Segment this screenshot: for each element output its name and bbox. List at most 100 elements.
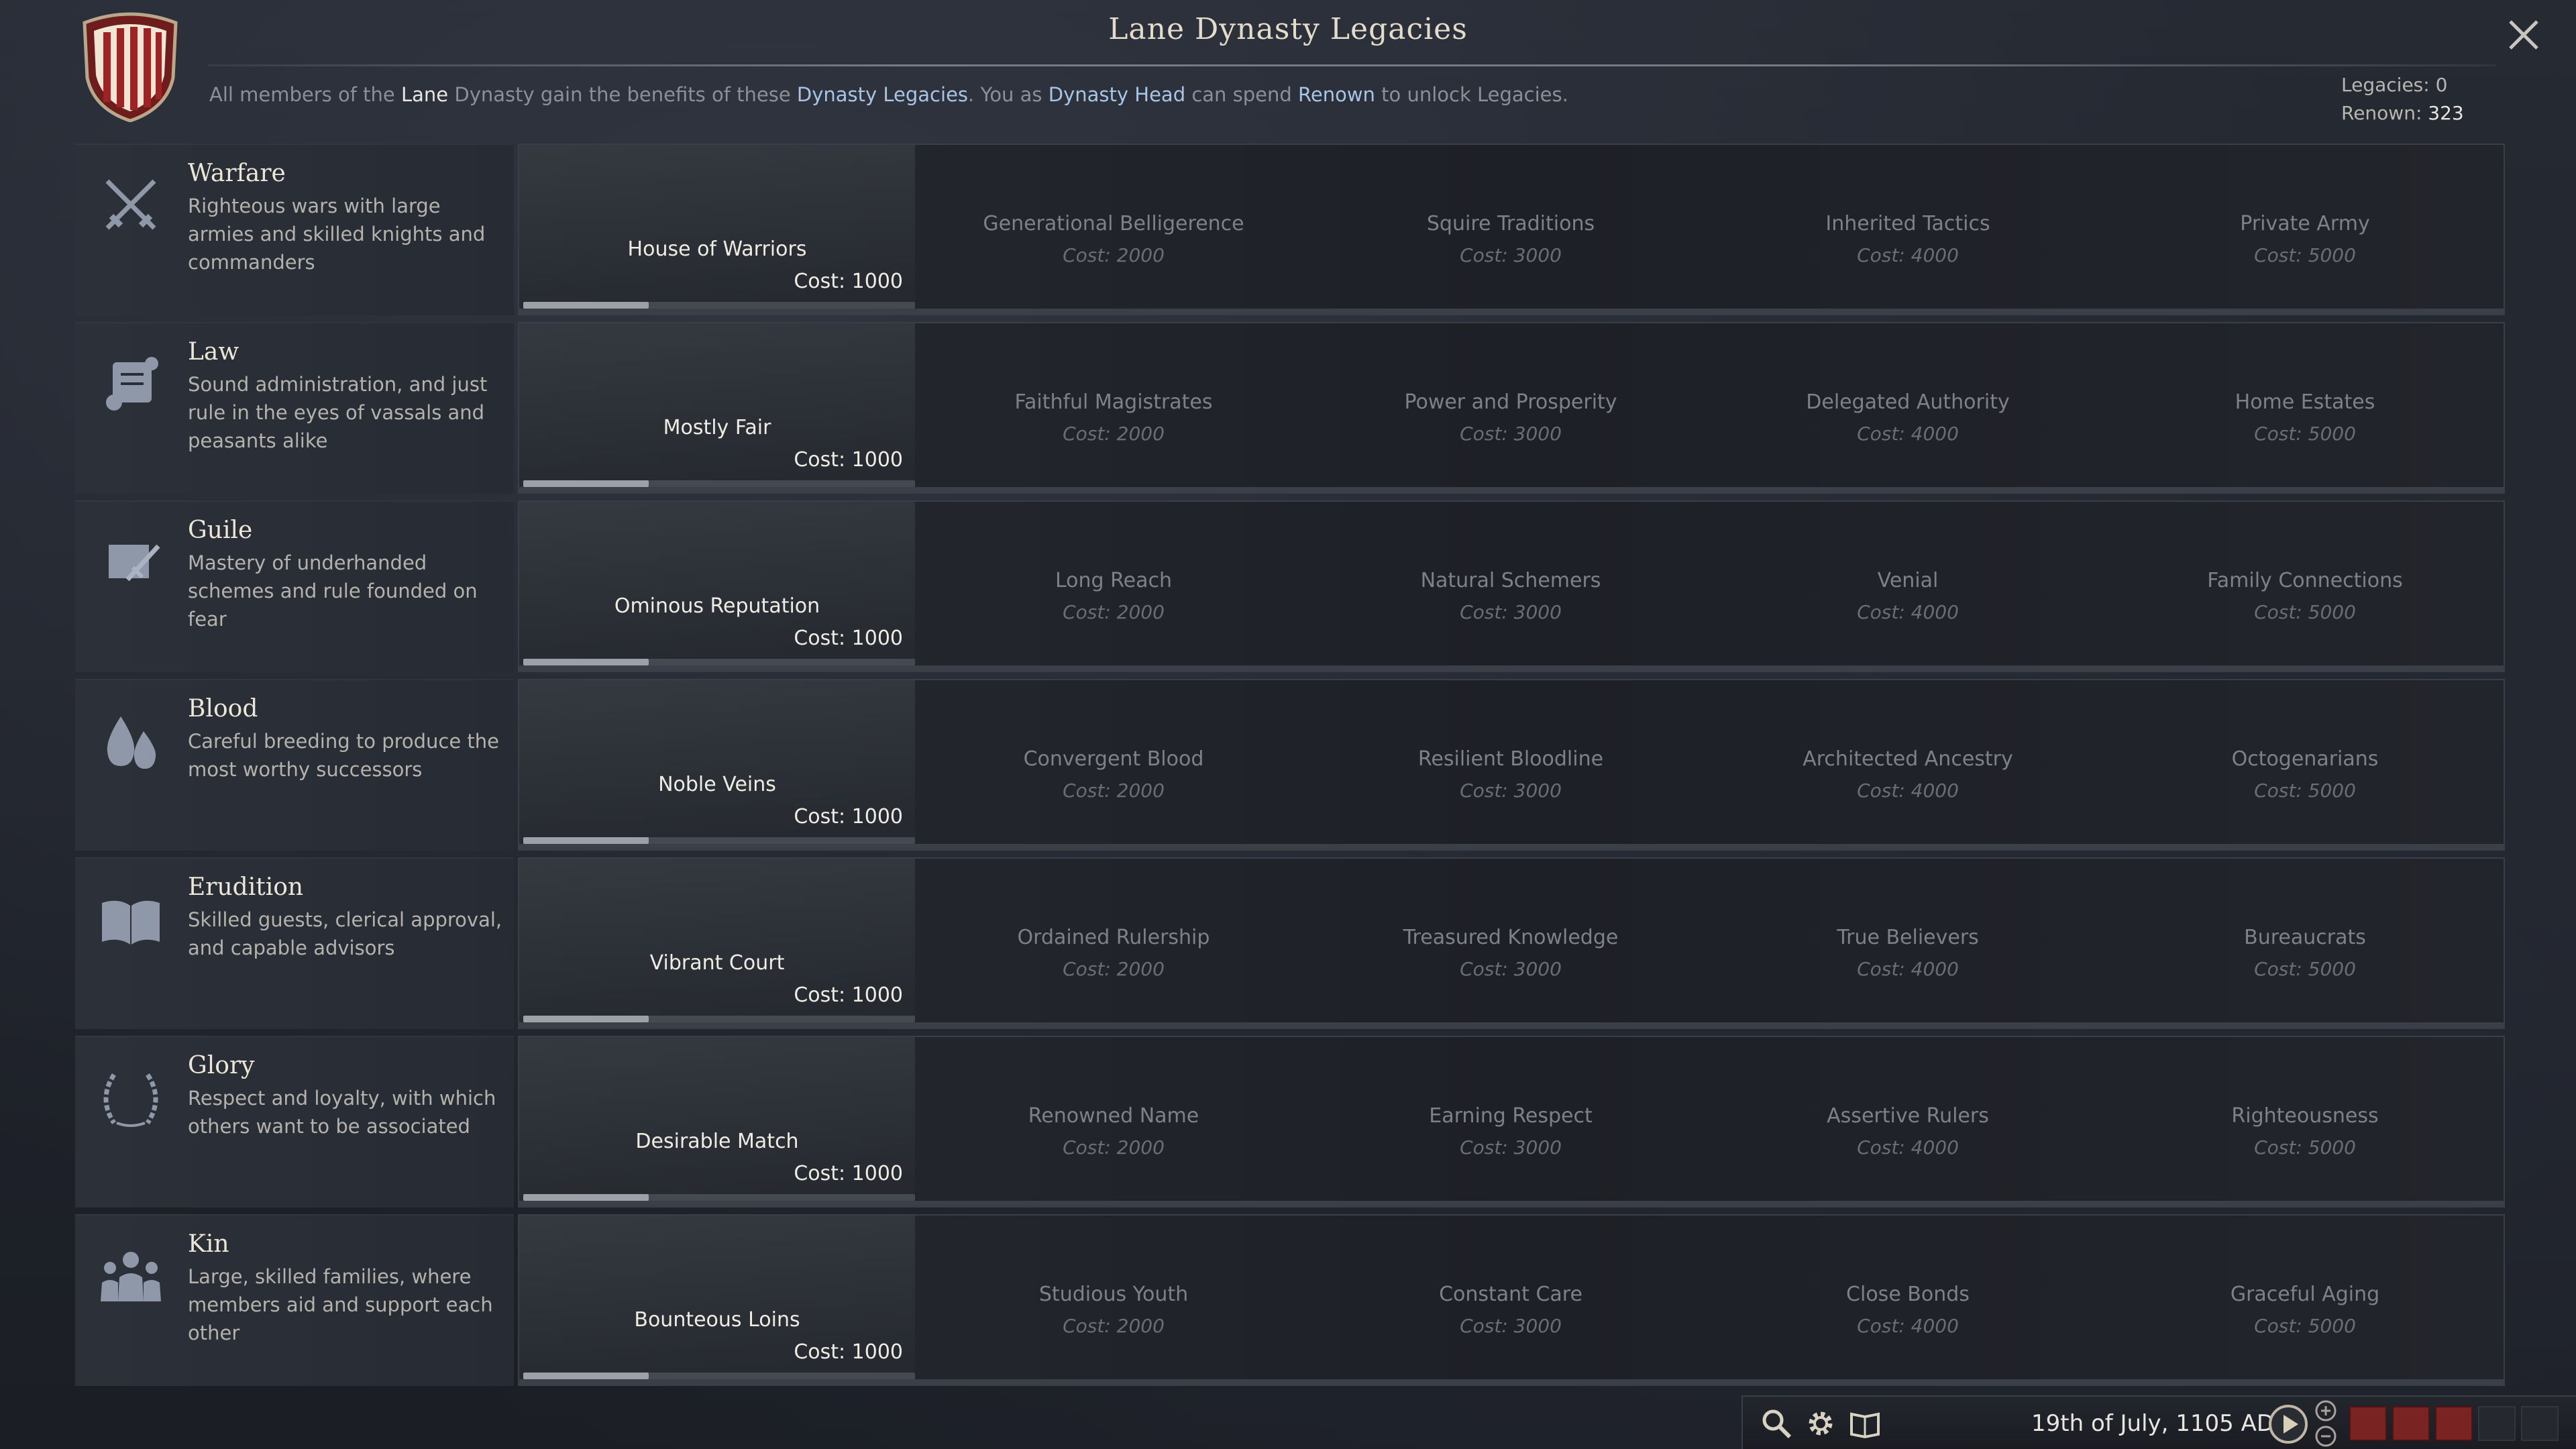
renown-count: Renown: 323 [2341, 99, 2502, 127]
legacy-category[interactable]: Law Sound administration, and just rule i… [75, 322, 514, 494]
gear-icon[interactable] [1803, 1406, 1838, 1441]
legacy-cost: Cost: 4000 [1857, 958, 1959, 980]
legacy-cost: Cost: 4000 [1857, 244, 1959, 266]
decrease-speed-button[interactable] [2314, 1425, 2337, 1448]
legacy-tier-2[interactable]: Long Reach Cost: 2000 [915, 502, 1312, 671]
progress-fill [523, 1373, 649, 1379]
renown-label: Renown: [2341, 102, 2422, 124]
legacy-tier-4[interactable]: Architected Ancestry Cost: 4000 [1709, 680, 2106, 849]
legacy-cost: Cost: 5000 [2254, 244, 2356, 266]
legacy-row: Erudition Skilled guests, clerical approv… [75, 857, 2505, 1029]
legacy-tier-2[interactable]: Ordained Rulership Cost: 2000 [915, 859, 1312, 1028]
legacy-name: Delegated Authority [1806, 390, 2010, 414]
progress-fill [523, 1194, 649, 1201]
legacy-cost: Cost: 2000 [1063, 958, 1165, 980]
legacy-tier-3[interactable]: Treasured Knowledge Cost: 3000 [1312, 859, 1709, 1028]
legacy-tier-4[interactable]: Close Bonds Cost: 4000 [1709, 1216, 2106, 1385]
legacy-tier-3[interactable]: Earning Respect Cost: 3000 [1312, 1037, 1709, 1206]
legacy-name: Ominous Reputation [614, 594, 820, 618]
legacy-category[interactable]: Guile Mastery of underhanded schemes and … [75, 500, 514, 672]
legacy-tier-5[interactable]: Family Connections Cost: 5000 [2106, 502, 2504, 671]
legacy-tier-1[interactable]: Mostly Fair Cost: 1000 [519, 323, 915, 492]
dynasty-head-link[interactable]: Dynasty Head [1049, 83, 1185, 106]
legacy-name: Assertive Rulers [1827, 1104, 1989, 1128]
legacy-row: Kin Large, skilled families, where member… [75, 1214, 2505, 1386]
category-description: Mastery of underhanded schemes and rule … [188, 551, 478, 631]
renown-progress-bar [523, 480, 915, 487]
legacy-tier-4[interactable]: Delegated Authority Cost: 4000 [1709, 323, 2106, 492]
legacy-tier-2[interactable]: Generational Belligerence Cost: 2000 [915, 145, 1312, 314]
legacy-category[interactable]: Blood Careful breeding to produce the mos… [75, 679, 514, 851]
category-name: Guile [188, 517, 253, 544]
renown-progress-bar [523, 302, 915, 309]
scroll-icon [106, 357, 158, 411]
legacy-tier-1[interactable]: Noble Veins Cost: 1000 [519, 680, 915, 849]
legacy-tier-3[interactable]: Power and Prosperity Cost: 3000 [1312, 323, 1709, 492]
close-button[interactable] [2502, 13, 2545, 56]
legacy-tier-5[interactable]: Righteousness Cost: 5000 [2106, 1037, 2504, 1206]
legacy-category[interactable]: Warfare Righteous wars with large armies … [75, 144, 514, 315]
open-book-icon [102, 900, 160, 945]
legacy-name: Family Connections [2207, 569, 2403, 592]
ledger-icon[interactable] [1847, 1406, 1882, 1441]
renown-link[interactable]: Renown [1298, 83, 1375, 106]
legacy-tier-5[interactable]: Bureaucrats Cost: 5000 [2106, 859, 2504, 1028]
legacy-tier-3[interactable]: Resilient Bloodline Cost: 3000 [1312, 680, 1709, 849]
legacy-tier-3[interactable]: Constant Care Cost: 3000 [1312, 1216, 1709, 1385]
renown-progress-bar [523, 1016, 915, 1022]
legacy-cost: Cost: 3000 [1460, 244, 1562, 266]
legacy-cost: Cost: 3000 [1460, 958, 1562, 980]
legacy-category[interactable]: Erudition Skilled guests, clerical approv… [75, 857, 514, 1029]
increase-speed-button[interactable] [2314, 1399, 2337, 1422]
legacy-tier-4[interactable]: True Believers Cost: 4000 [1709, 859, 2106, 1028]
legacy-name: Octogenarians [2231, 747, 2379, 771]
legacy-cost: Cost: 5000 [2254, 1136, 2356, 1159]
legacy-tier-2[interactable]: Renowned Name Cost: 2000 [915, 1037, 1312, 1206]
legacy-name: Faithful Magistrates [1014, 390, 1213, 414]
legacy-tier-3[interactable]: Squire Traditions Cost: 3000 [1312, 145, 1709, 314]
legacy-tier-2[interactable]: Faithful Magistrates Cost: 2000 [915, 323, 1312, 492]
legacy-tier-4[interactable]: Inherited Tactics Cost: 4000 [1709, 145, 2106, 314]
legacy-cost: Cost: 1000 [794, 627, 903, 650]
legacy-tier-2[interactable]: Studious Youth Cost: 2000 [915, 1216, 1312, 1385]
legacy-tier-5[interactable]: Octogenarians Cost: 5000 [2106, 680, 2504, 849]
legacy-tier-1[interactable]: Ominous Reputation Cost: 1000 [519, 502, 915, 671]
category-name: Glory [188, 1052, 255, 1079]
legacy-tier-3[interactable]: Natural Schemers Cost: 3000 [1312, 502, 1709, 671]
legacy-cost: Cost: 4000 [1857, 1315, 1959, 1337]
search-icon[interactable] [1759, 1406, 1794, 1441]
legacy-name: True Believers [1837, 926, 1979, 949]
legacy-tier-5[interactable]: Graceful Aging Cost: 5000 [2106, 1216, 2504, 1385]
legacy-track: Mostly Fair Cost: 1000 Faithful Magistrate… [518, 322, 2505, 494]
legacy-tier-1[interactable]: Bounteous Loins Cost: 1000 [519, 1216, 915, 1385]
legacy-category[interactable]: Kin Large, skilled families, where member… [75, 1214, 514, 1386]
intro-text: All members of the Lane Dynasty gain the… [209, 83, 1568, 106]
legacy-cost: Cost: 3000 [1460, 1136, 1562, 1159]
dynasty-legacies-link[interactable]: Dynasty Legacies [797, 83, 968, 106]
progress-fill [523, 837, 649, 844]
play-pause-button[interactable] [2267, 1403, 2309, 1445]
legacy-cost: Cost: 1000 [794, 270, 903, 293]
legacy-tier-2[interactable]: Convergent Blood Cost: 2000 [915, 680, 1312, 849]
legacy-name: Constant Care [1439, 1283, 1582, 1306]
legacy-tier-1[interactable]: Vibrant Court Cost: 1000 [519, 859, 915, 1028]
legacy-name: Resilient Bloodline [1417, 747, 1604, 771]
legacy-tier-1[interactable]: Desirable Match Cost: 1000 [519, 1037, 915, 1206]
laurel-wreath-icon [103, 1073, 158, 1127]
category-description: Careful breeding to produce the most wor… [188, 730, 500, 781]
legacy-tier-1[interactable]: House of Warriors Cost: 1000 [519, 145, 915, 314]
legacy-tier-4[interactable]: Assertive Rulers Cost: 4000 [1709, 1037, 2106, 1206]
legacy-tier-5[interactable]: Private Army Cost: 5000 [2106, 145, 2504, 314]
legacy-tier-4[interactable]: Venial Cost: 4000 [1709, 502, 2106, 671]
legacy-category[interactable]: Glory Respect and loyalty, with which oth… [75, 1036, 514, 1208]
legacy-name: Home Estates [2235, 390, 2375, 414]
family-icon [101, 1252, 161, 1301]
legacy-track: Ominous Reputation Cost: 1000 Long Reach Co… [518, 500, 2505, 672]
legacy-name: Close Bonds [1846, 1283, 1970, 1306]
legacy-tier-5[interactable]: Home Estates Cost: 5000 [2106, 323, 2504, 492]
window-header: Lane Dynasty Legacies All members of the… [0, 0, 2576, 141]
category-name: Law [188, 338, 239, 366]
dynasty-name[interactable]: Lane [401, 83, 448, 106]
legacy-cost: Cost: 4000 [1857, 601, 1959, 623]
progress-fill [523, 480, 649, 487]
